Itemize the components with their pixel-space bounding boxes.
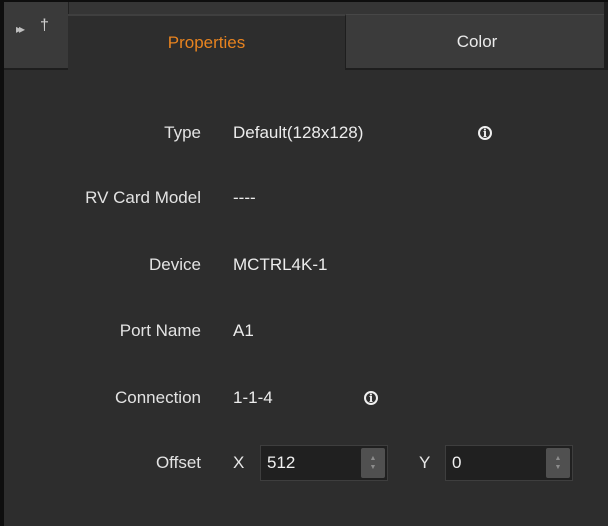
connection-info-icon[interactable]: i <box>364 391 378 405</box>
tab-bar: ▸▸ † Properties Color <box>4 2 608 70</box>
device-label: Device <box>149 255 201 274</box>
tab-color[interactable]: Color <box>346 14 608 68</box>
port-name-value: A1 <box>233 321 254 340</box>
tab-color-label: Color <box>456 31 498 51</box>
connection-row: Connection 1-1-4 i <box>4 383 608 413</box>
port-name-row: Port Name A1 <box>4 316 608 346</box>
offset-x-stepper[interactable]: ▲ ▼ <box>361 448 385 478</box>
rv-card-model-row: RV Card Model ---- <box>4 183 608 213</box>
increment-icon[interactable]: ▲ <box>370 454 377 463</box>
offset-x-label: X <box>233 453 245 472</box>
port-name-label: Port Name <box>119 321 201 340</box>
offset-y-spinbox[interactable]: 0 ▲ ▼ <box>445 445 573 481</box>
offset-y-value[interactable]: 0 <box>452 453 461 473</box>
rv-card-model-value: ---- <box>233 188 256 207</box>
offset-y-label: Y <box>419 453 431 472</box>
collapse-icon[interactable]: ▸▸ <box>16 22 25 36</box>
panel-controls: ▸▸ † <box>4 2 69 68</box>
offset-x-spinbox[interactable]: 512 ▲ ▼ <box>260 445 388 481</box>
device-value: MCTRL4K-1 <box>233 255 328 274</box>
type-row: Type Default(128x128) i <box>4 118 608 148</box>
connection-value: 1-1-4 <box>233 388 273 407</box>
panel-edge <box>604 2 608 68</box>
type-value: Default(128x128) <box>233 123 364 142</box>
rv-card-model-label: RV Card Model <box>85 188 201 207</box>
offset-label: Offset <box>155 453 201 472</box>
offset-x-value[interactable]: 512 <box>267 453 295 473</box>
tab-properties-label: Properties <box>167 33 246 52</box>
connection-label: Connection <box>114 388 201 407</box>
decrement-icon[interactable]: ▼ <box>555 463 562 472</box>
pin-icon[interactable]: † <box>40 17 49 35</box>
offset-y-stepper[interactable]: ▲ ▼ <box>546 448 570 478</box>
offset-row: Offset X 512 ▲ ▼ Y 0 ▲ ▼ <box>4 445 608 481</box>
device-row: Device MCTRL4K-1 <box>4 250 608 280</box>
decrement-icon[interactable]: ▼ <box>370 463 377 472</box>
properties-panel: ▸▸ † Properties Color Type Default(128x1… <box>0 0 608 526</box>
type-label: Type <box>164 123 201 142</box>
increment-icon[interactable]: ▲ <box>555 454 562 463</box>
tab-properties[interactable]: Properties <box>68 14 346 70</box>
type-info-icon[interactable]: i <box>478 126 492 140</box>
